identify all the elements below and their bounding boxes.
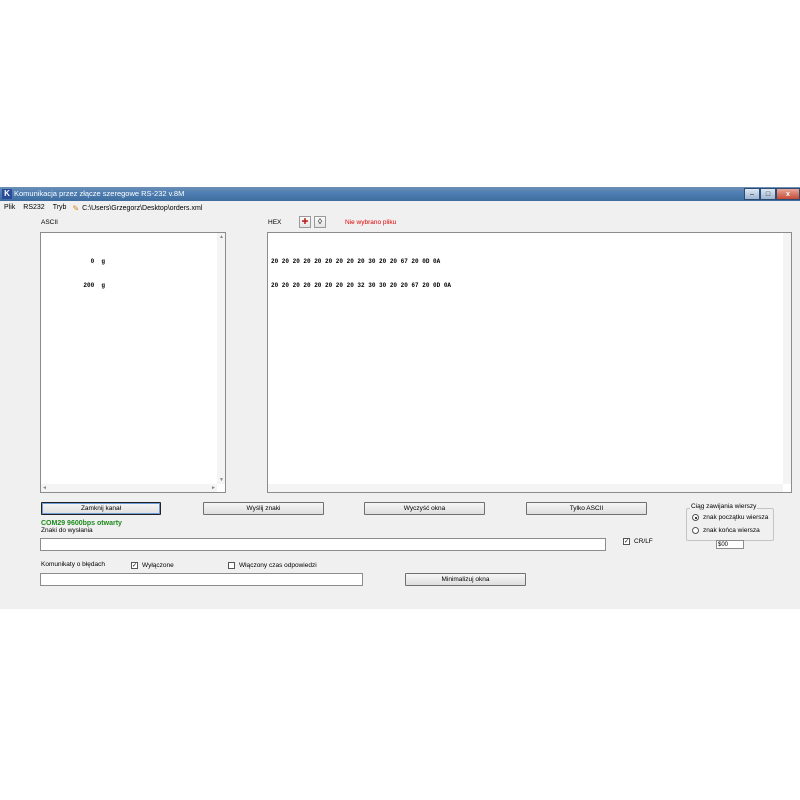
connection-status: COM29 9600bps otwarty [41,520,122,527]
title-bar[interactable]: K Komunikacja przez złącze szeregowe RS-… [0,187,800,201]
menu-item-rs232[interactable]: RS232 [19,202,48,214]
radio-line-start-label: znak początku wiersza [703,514,769,521]
ascii-horizontal-scrollbar[interactable]: ◄ ► [41,484,217,492]
pencil-icon[interactable]: ✎ [72,204,79,213]
minimize-button[interactable]: – [744,188,760,200]
close-channel-button[interactable]: Zamknij kanał [41,502,161,515]
close-button[interactable]: x [776,188,800,200]
send-input[interactable] [40,538,606,551]
line-end-group [686,508,774,541]
menu-bar: Plik RS232 Tryb ✎ C:\Users\Grzegorz\Desk… [0,202,800,214]
hex-horizontal-scrollbar[interactable] [268,484,783,492]
main-window: K Komunikacja przez złącze szeregowe RS-… [0,187,800,609]
open-file-icon[interactable]: ✚ [299,216,311,228]
crlf-checkbox[interactable]: ✓ [623,538,630,545]
errors-disabled-checkbox[interactable]: ✓ [131,562,138,569]
ascii-label: ASCII [41,219,58,226]
hex-line: 20 20 20 20 20 20 20 20 20 30 20 20 67 2… [271,258,441,265]
file-status: Nie wybrano pliku [345,219,397,226]
file-path: C:\Users\Grzegorz\Desktop\orders.xml [82,204,203,212]
ascii-only-button[interactable]: Tylko ASCII [526,502,647,515]
errors-label: Komunikaty o błędach [41,561,105,568]
maximize-button[interactable]: □ [760,188,776,200]
app-icon: K [2,189,12,199]
ascii-line: 0 g [69,258,106,265]
response-time-label: Włączony czas odpowiedzi [239,562,317,569]
radio-line-start[interactable] [692,514,699,521]
scroll-down-icon[interactable]: ▼ [219,477,224,483]
eraser-icon[interactable]: ◊ [314,216,326,228]
ascii-line: 200 g [69,282,106,289]
send-chars-button[interactable]: Wyślij znaki [203,502,324,515]
send-label: Znaki do wysłania [41,527,93,534]
errors-disabled-label: Wyłączone [142,562,174,569]
ascii-vertical-scrollbar[interactable]: ▲ ▼ [217,233,225,484]
hex-label: HEX [268,219,282,226]
scroll-left-icon[interactable]: ◄ [42,485,47,491]
ascii-panel[interactable]: 0 g 200 g ▲ ▼ ◄ ► [40,232,226,493]
radio-line-end-label: znak końca wiersza [703,527,760,534]
hex-vertical-scrollbar[interactable] [783,233,791,484]
response-time-checkbox[interactable] [228,562,235,569]
menu-item-tryb[interactable]: Tryb [49,202,71,214]
radio-line-end[interactable] [692,527,699,534]
crlf-label: CR/LF [634,538,653,545]
line-end-group-title: Ciąg zawijania wierszy [690,503,758,510]
menu-item-plik[interactable]: Plik [0,202,19,214]
scroll-right-icon[interactable]: ► [211,485,216,491]
hex-panel[interactable]: 20 20 20 20 20 20 20 20 20 30 20 20 67 2… [267,232,792,493]
line-end-value-input[interactable]: $00 [716,540,744,549]
window-title: Komunikacja przez złącze szeregowe RS-23… [14,189,185,198]
minimize-windows-button[interactable]: Minimalizuj okna [405,573,526,586]
hex-line: 20 20 20 20 20 20 20 20 32 30 30 20 20 6… [271,282,452,289]
clear-windows-button[interactable]: Wyczyść okna [364,502,485,515]
scroll-up-icon[interactable]: ▲ [219,234,224,240]
errors-output[interactable] [40,573,363,586]
